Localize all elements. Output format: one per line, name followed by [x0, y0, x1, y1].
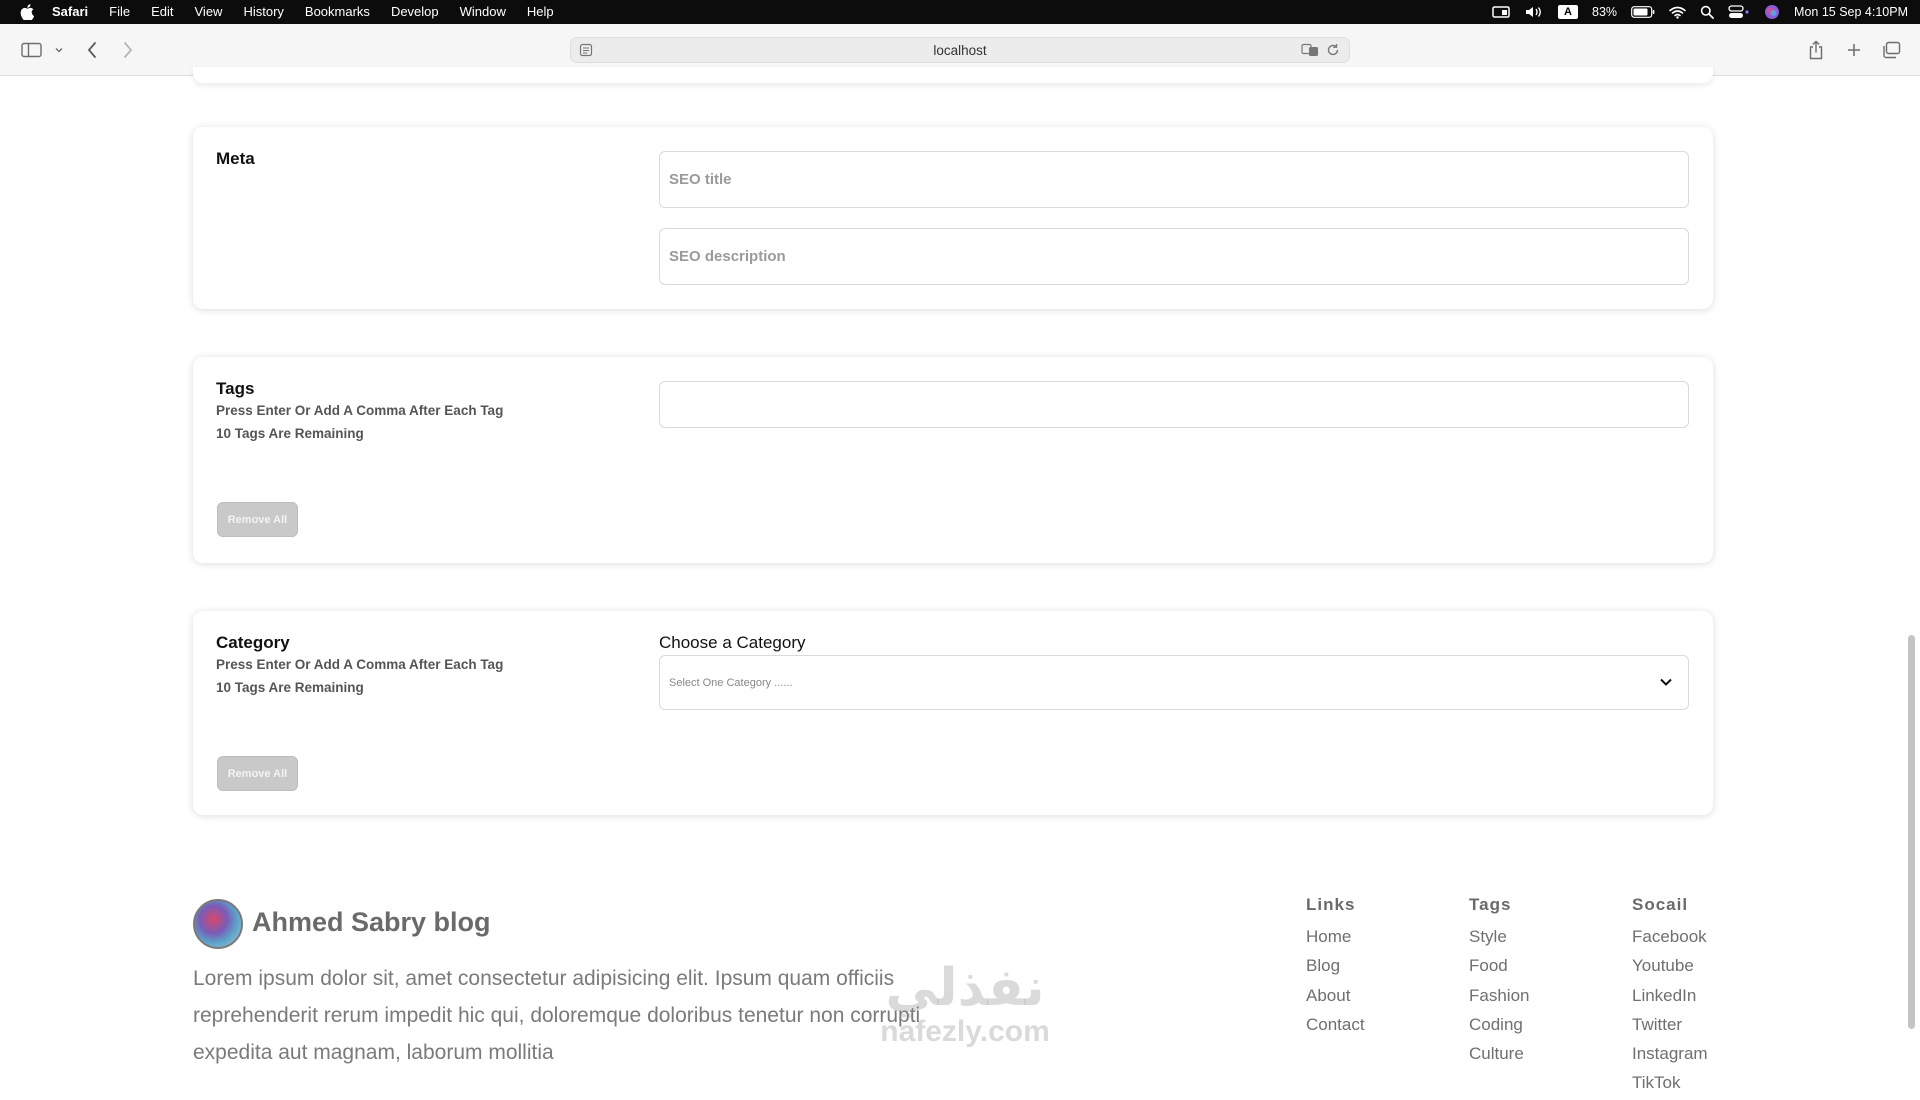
blog-avatar	[193, 899, 243, 949]
category-hint: Press Enter Or Add A Comma After Each Ta…	[216, 657, 504, 672]
footer-links-column: Links Home Blog About Contact	[1306, 895, 1365, 1041]
tags-card: Tags Press Enter Or Add A Comma After Ea…	[193, 357, 1713, 563]
category-select-value: Select One Category ......	[669, 676, 793, 689]
footer-links-heading: Links	[1306, 895, 1356, 914]
footer-social-facebook[interactable]: Facebook	[1632, 924, 1708, 953]
category-remove-all-button[interactable]: Remove All	[217, 756, 298, 791]
siri-icon[interactable]	[1764, 4, 1780, 20]
menu-bookmarks[interactable]: Bookmarks	[305, 0, 370, 24]
battery-percent: 83%	[1592, 5, 1618, 19]
meta-card: Meta SEO title SEO description	[193, 127, 1713, 309]
footer-tag-coding[interactable]: Coding	[1469, 1012, 1529, 1041]
category-card: Category Press Enter Or Add A Comma Afte…	[193, 611, 1713, 815]
clock[interactable]: Mon 15 Sep 4:10PM	[1794, 5, 1908, 19]
menu-history[interactable]: History	[243, 0, 283, 24]
apple-menu-icon[interactable]	[18, 3, 36, 21]
watermark-latin: nafezly.com	[880, 1015, 1050, 1048]
seo-title-input[interactable]: SEO title	[659, 151, 1689, 208]
footer-link-home[interactable]: Home	[1306, 924, 1365, 953]
address-bar[interactable]: localhost	[570, 37, 1350, 63]
meta-title: Meta	[216, 149, 255, 168]
previous-card-edge	[193, 67, 1713, 83]
seo-description-input[interactable]: SEO description	[659, 228, 1689, 285]
menu-view[interactable]: View	[195, 0, 223, 24]
wifi-icon[interactable]	[1669, 6, 1686, 19]
spotlight-search-icon[interactable]	[1700, 5, 1714, 19]
category-select[interactable]: Select One Category ......	[659, 655, 1689, 710]
page-settings-icon[interactable]	[579, 43, 593, 60]
footer-social-instagram[interactable]: Instagram	[1632, 1041, 1708, 1070]
menu-window[interactable]: Window	[460, 0, 506, 24]
tags-input[interactable]	[659, 381, 1689, 428]
tags-hint: Press Enter Or Add A Comma After Each Ta…	[216, 403, 504, 418]
footer-social-column: Socail Facebook Youtube LinkedIn Twitter…	[1632, 895, 1708, 1100]
battery-icon[interactable]	[1631, 6, 1655, 18]
page-scrollbar[interactable]	[1908, 635, 1915, 1029]
menu-bar: Safari File Edit View History Bookmarks …	[0, 0, 1920, 24]
sidebar-toggle-icon[interactable]	[20, 38, 42, 62]
footer-tag-culture[interactable]: Culture	[1469, 1041, 1529, 1070]
page-content: Meta SEO title SEO description Tags Pres…	[0, 67, 1920, 1092]
tags-remaining: 10 Tags Are Remaining	[216, 426, 364, 441]
status-area: A 83% Mon 15 Sep 4:10PM	[1492, 0, 1908, 24]
chevron-down-icon	[1658, 674, 1674, 693]
category-title: Category	[216, 633, 290, 652]
tags-title: Tags	[216, 379, 255, 398]
tab-overview-icon[interactable]	[1880, 38, 1902, 62]
footer-link-blog[interactable]: Blog	[1306, 953, 1365, 982]
footer-link-about[interactable]: About	[1306, 983, 1365, 1012]
footer-social-twitter[interactable]: Twitter	[1632, 1012, 1708, 1041]
footer-tags-column: Tags Style Food Fashion Coding Culture	[1469, 895, 1529, 1070]
translate-icon[interactable]	[1301, 43, 1319, 60]
footer-tags-heading: Tags	[1469, 895, 1512, 914]
menu-app-name[interactable]: Safari	[52, 0, 88, 24]
watermark-arabic: نفذلي	[885, 958, 1045, 1018]
category-remaining: 10 Tags Are Remaining	[216, 680, 364, 695]
menu-edit[interactable]: Edit	[151, 0, 173, 24]
input-source-icon[interactable]: A	[1558, 5, 1578, 19]
choose-category-label: Choose a Category	[659, 633, 806, 652]
chevron-down-icon[interactable]	[52, 38, 66, 62]
tags-remove-all-button[interactable]: Remove All	[217, 502, 298, 537]
footer-social-heading: Socail	[1632, 895, 1689, 914]
back-icon[interactable]	[82, 38, 102, 62]
footer-social-tiktok[interactable]: TikTok	[1632, 1070, 1708, 1099]
watermark: نفذلي nafezly.com	[850, 960, 1080, 1048]
footer-social-youtube[interactable]: Youtube	[1632, 953, 1708, 982]
blog-name[interactable]: Ahmed Sabry blog	[252, 907, 491, 938]
menu-develop[interactable]: Develop	[391, 0, 439, 24]
footer-social-linkedin[interactable]: LinkedIn	[1632, 983, 1708, 1012]
share-icon[interactable]	[1806, 38, 1826, 62]
footer-link-contact[interactable]: Contact	[1306, 1012, 1365, 1041]
footer-tag-fashion[interactable]: Fashion	[1469, 983, 1529, 1012]
menu-file[interactable]: File	[109, 0, 130, 24]
menu-help[interactable]: Help	[527, 0, 554, 24]
screen-mirroring-icon[interactable]	[1492, 5, 1510, 19]
reload-icon[interactable]	[1326, 43, 1340, 60]
url-text[interactable]: localhost	[933, 43, 986, 58]
forward-icon[interactable]	[118, 38, 138, 62]
new-tab-icon[interactable]	[1844, 38, 1864, 62]
blog-description: Lorem ipsum dolor sit, amet consectetur …	[193, 967, 921, 1064]
footer-tag-food[interactable]: Food	[1469, 953, 1529, 982]
volume-icon[interactable]	[1524, 5, 1544, 19]
footer-tag-style[interactable]: Style	[1469, 924, 1529, 953]
control-center-icon[interactable]	[1728, 5, 1750, 19]
